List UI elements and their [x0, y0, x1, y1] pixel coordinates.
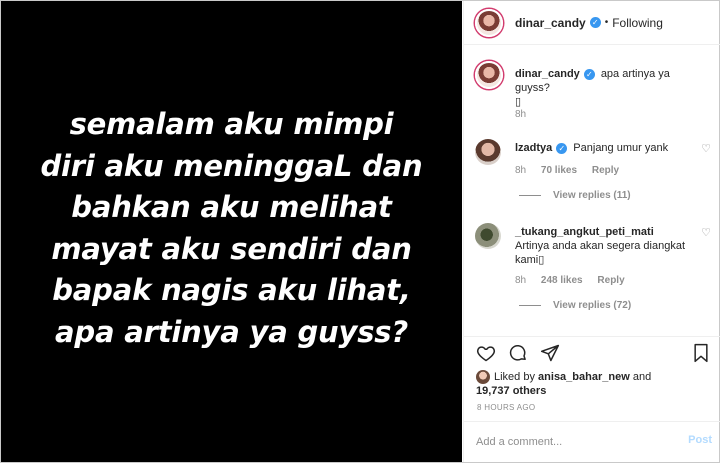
liked-by-user[interactable]: anisa_bahar_new	[538, 371, 630, 383]
comment-row: _tukang_angkut_peti_mati Artinya anda ak…	[475, 223, 715, 313]
caption-time[interactable]: 8h	[515, 109, 526, 120]
actions-divider	[464, 336, 720, 337]
share-icon[interactable]	[540, 343, 560, 369]
verified-badge-icon: ✓	[556, 142, 568, 154]
bookmark-icon[interactable]	[692, 343, 710, 369]
comment-reply-button[interactable]: Reply	[592, 165, 619, 176]
post-side-panel: dinar_candy ✓ • Following dinar_candy ✓ ap…	[463, 1, 720, 462]
comment-body: lzadtya ✓ Panjang umur yank	[515, 141, 690, 155]
following-button[interactable]: Following	[612, 16, 663, 30]
post-image[interactable]: semalam aku mimpi diri aku meninggaL dan…	[1, 1, 462, 462]
caption-emoji: ▯	[515, 96, 522, 108]
verified-badge-icon: ✓	[583, 68, 595, 80]
comment-meta: 8h 70 likes Reply	[515, 165, 631, 176]
comment-like-heart-icon[interactable]: ♡	[701, 142, 711, 155]
comment-username[interactable]: lzadtya	[515, 142, 552, 154]
comment-body: _tukang_angkut_peti_mati Artinya anda ak…	[515, 225, 690, 267]
caption-username[interactable]: dinar_candy	[515, 68, 580, 80]
comment-text: Panjang umur yank	[573, 142, 669, 154]
replies-divider	[519, 195, 541, 196]
comment-row: lzadtya ✓ Panjang umur yank ♡ 8h 70 likes …	[475, 139, 715, 209]
caption-row: dinar_candy ✓ apa artinya ya guyss? ▯ 8h	[475, 61, 715, 121]
comment-text: Artinya anda akan segera diangkat kami▯	[515, 240, 686, 266]
view-replies-label: View replies (11)	[553, 190, 631, 201]
heart-icon[interactable]	[476, 343, 496, 369]
comment-username[interactable]: _tukang_angkut_peti_mati	[515, 226, 654, 238]
comment-meta: 8h 248 likes Reply	[515, 275, 637, 286]
comment-likes[interactable]: 70 likes	[541, 165, 577, 176]
comment-icon[interactable]	[508, 343, 528, 369]
liked-by: Liked by anisa_bahar_new and 19,737 othe…	[476, 370, 710, 398]
replies-divider	[519, 305, 541, 306]
liker-avatar[interactable]	[476, 370, 490, 385]
comment-avatar[interactable]	[475, 223, 501, 249]
comment-likes[interactable]: 248 likes	[541, 275, 583, 286]
post-timestamp[interactable]: 8 HOURS AGO	[477, 403, 535, 412]
post-comment-button[interactable]: Post	[688, 434, 712, 446]
liked-by-count[interactable]: 19,737 others	[476, 385, 546, 397]
comment-time[interactable]: 8h	[515, 165, 526, 176]
add-comment-input[interactable]	[476, 434, 666, 450]
view-replies-label: View replies (72)	[553, 300, 632, 311]
view-replies-button[interactable]: View replies (72)	[519, 300, 631, 311]
author-username[interactable]: dinar_candy	[515, 16, 586, 30]
post-image-text: semalam aku mimpi diri aku meninggaL dan…	[40, 107, 423, 349]
caption-avatar[interactable]	[475, 61, 503, 89]
comments-list[interactable]: dinar_candy ✓ apa artinya ya guyss? ▯ 8h l…	[464, 45, 720, 333]
post-header: dinar_candy ✓ • Following	[464, 1, 720, 45]
separator-dot: •	[604, 17, 609, 28]
add-comment-bar: Post	[464, 421, 720, 462]
view-replies-button[interactable]: View replies (11)	[519, 190, 631, 201]
verified-badge-icon: ✓	[589, 17, 601, 28]
caption-meta: 8h	[515, 109, 538, 120]
post-actions	[476, 343, 710, 367]
liked-by-prefix: Liked by	[494, 371, 535, 383]
comment-time[interactable]: 8h	[515, 275, 526, 286]
comment-avatar[interactable]	[475, 139, 501, 165]
comment-like-heart-icon[interactable]: ♡	[701, 226, 711, 239]
liked-by-and: and	[632, 371, 652, 383]
comment-reply-button[interactable]: Reply	[597, 275, 624, 286]
author-avatar[interactable]	[475, 8, 503, 37]
caption-body: dinar_candy ✓ apa artinya ya guyss? ▯	[515, 67, 690, 109]
